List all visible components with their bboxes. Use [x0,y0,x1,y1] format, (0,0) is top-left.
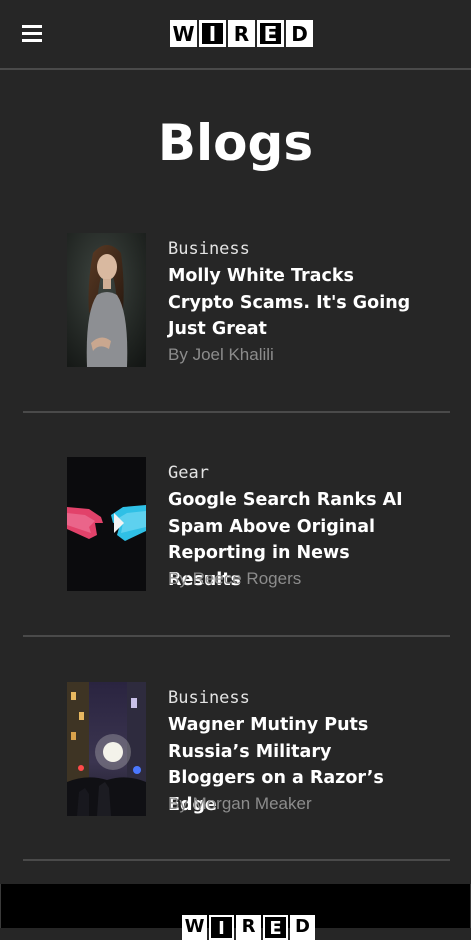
article-thumbnail[interactable] [67,233,146,367]
article-byline: By Reece Rogers [168,569,301,589]
divider [23,411,450,413]
logo-letter: W [170,20,197,47]
site-header: W I R E D [0,0,471,70]
logo-letter: D [286,20,313,47]
hamburger-menu-icon[interactable] [22,25,42,43]
article-category[interactable]: Business [168,239,250,259]
article-byline: By Joel Khalili [168,345,274,365]
page-title: Blogs [157,114,314,172]
article-category[interactable]: Gear [168,463,209,483]
site-footer: W I R E D [0,884,471,940]
logo-letter: E [257,20,284,47]
article-thumbnail[interactable] [67,682,146,816]
byline-prefix: By [168,794,193,813]
byline-prefix: By [168,569,193,588]
logo-letter: R [228,20,255,47]
byline-prefix: By [168,345,193,364]
wired-logo[interactable]: W I R E D [170,20,313,47]
article-headline[interactable]: Molly White Tracks Crypto Scams. It's Go… [168,263,413,343]
author-link[interactable]: Reece Rogers [193,569,302,588]
divider [23,859,450,861]
divider [23,635,450,637]
author-link[interactable]: Morgan Meaker [193,794,312,813]
logo-letter: I [199,20,226,47]
author-link[interactable]: Joel Khalili [193,345,274,364]
article-byline: By Morgan Meaker [168,794,312,814]
article-thumbnail[interactable] [67,457,146,591]
article-category[interactable]: Business [168,688,250,708]
